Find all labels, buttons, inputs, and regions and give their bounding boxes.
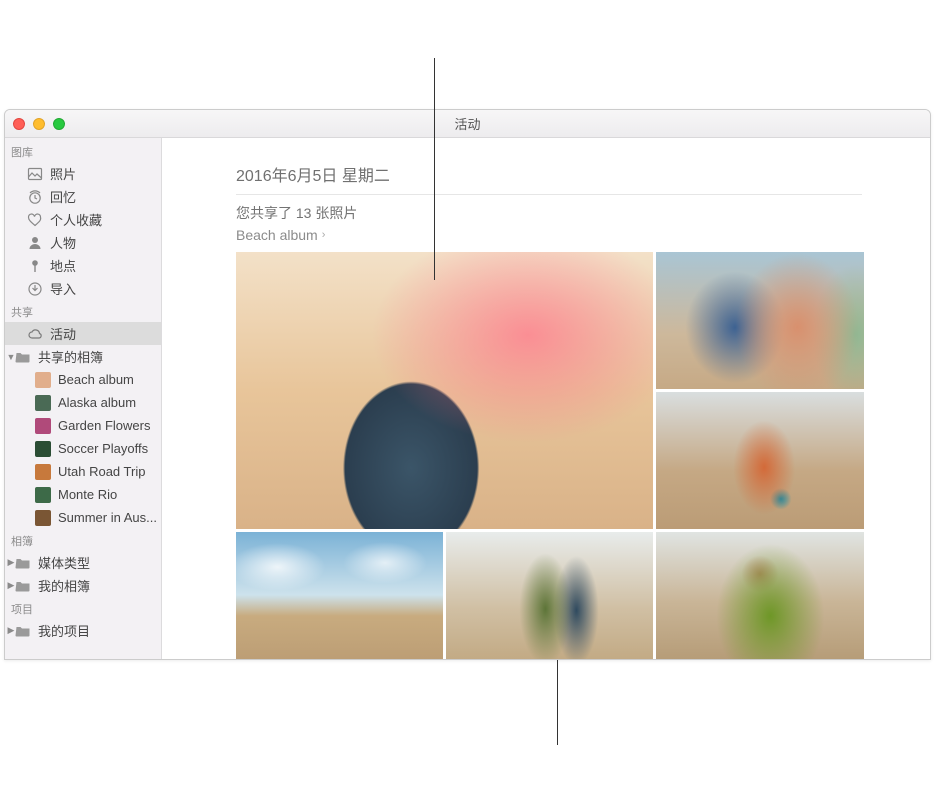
- sidebar-item-import[interactable]: 导入: [5, 277, 161, 300]
- photos-icon: [27, 166, 43, 182]
- sidebar-item-people[interactable]: 人物: [5, 231, 161, 254]
- folder-icon: [15, 555, 31, 571]
- photo-grid: [236, 252, 864, 659]
- sidebar-section-shared: 共享: [5, 300, 161, 322]
- import-icon: [27, 281, 43, 297]
- sidebar-item-memories[interactable]: 回忆: [5, 185, 161, 208]
- album-thumb-icon: [35, 510, 51, 526]
- disclosure-triangle-icon[interactable]: [7, 352, 15, 362]
- activity-album-name: Beach album: [236, 227, 318, 243]
- annotation-line-top: [434, 58, 435, 280]
- album-label: Soccer Playoffs: [58, 441, 148, 456]
- cloud-icon: [27, 326, 43, 342]
- activity-album-link[interactable]: Beach album ›: [236, 227, 325, 243]
- sidebar-album-item[interactable]: Utah Road Trip: [5, 460, 161, 483]
- sidebar-section-library: 图库: [5, 140, 161, 162]
- album-thumb-icon: [35, 487, 51, 503]
- heart-icon: [27, 212, 43, 228]
- sidebar-item-shared-albums[interactable]: 共享的相簿: [5, 345, 161, 368]
- activity-date-header: 2016年6月5日 星期二: [236, 162, 862, 195]
- sidebar-item-photos[interactable]: 照片: [5, 162, 161, 185]
- sidebar-item-label: 共享的相簿: [38, 347, 103, 366]
- photo-thumbnail[interactable]: [236, 252, 653, 529]
- disclosure-triangle-icon[interactable]: [7, 625, 15, 636]
- sidebar-item-label: 我的相簿: [38, 576, 90, 595]
- sidebar-item-label: 活动: [50, 324, 76, 343]
- album-label: Garden Flowers: [58, 418, 150, 433]
- sidebar-section-albums: 相簿: [5, 529, 161, 551]
- album-thumb-icon: [35, 464, 51, 480]
- sidebar-album-item[interactable]: Soccer Playoffs: [5, 437, 161, 460]
- chevron-right-icon: ›: [322, 229, 326, 241]
- window-controls: [13, 118, 65, 130]
- sidebar-item-label: 媒体类型: [38, 553, 90, 572]
- sidebar-section-projects: 项目: [5, 597, 161, 619]
- photo-thumbnail[interactable]: [236, 532, 443, 659]
- sidebar-item-label: 回忆: [50, 187, 76, 206]
- activity-subtitle: 您共享了 13 张照片: [236, 203, 862, 223]
- clock-icon: [27, 189, 43, 205]
- sidebar-item-my-albums[interactable]: 我的相簿: [5, 574, 161, 597]
- album-thumb-icon: [35, 395, 51, 411]
- close-window-button[interactable]: [13, 118, 25, 130]
- main-content: 2016年6月5日 星期二 您共享了 13 张照片 Beach album ›: [162, 138, 930, 659]
- album-label: Alaska album: [58, 395, 136, 410]
- sidebar-item-places[interactable]: 地点: [5, 254, 161, 277]
- album-label: Utah Road Trip: [58, 464, 145, 479]
- folder-icon: [15, 623, 31, 639]
- sidebar-album-item[interactable]: Alaska album: [5, 391, 161, 414]
- sidebar-item-label: 地点: [50, 256, 76, 275]
- minimize-window-button[interactable]: [33, 118, 45, 130]
- sidebar-item-label: 个人收藏: [50, 210, 102, 229]
- pin-icon: [27, 258, 43, 274]
- album-label: Summer in Aus...: [58, 510, 157, 525]
- sidebar-item-label: 我的项目: [38, 621, 90, 640]
- photo-thumbnail[interactable]: [446, 532, 653, 659]
- album-thumb-icon: [35, 372, 51, 388]
- annotation-line-bottom: [557, 660, 558, 745]
- sidebar-album-item[interactable]: Monte Rio: [5, 483, 161, 506]
- disclosure-triangle-icon[interactable]: [7, 557, 15, 568]
- sidebar-album-item[interactable]: Beach album: [5, 368, 161, 391]
- sidebar-item-activity[interactable]: 活动: [5, 322, 161, 345]
- sidebar-item-label: 照片: [50, 164, 76, 183]
- sidebar-item-label: 导入: [50, 279, 76, 298]
- sidebar-item-label: 人物: [50, 233, 76, 252]
- album-label: Monte Rio: [58, 487, 117, 502]
- sidebar-album-item[interactable]: Summer in Aus...: [5, 506, 161, 529]
- content-area: 图库 照片 回忆 个人收藏: [5, 138, 930, 659]
- sidebar-item-favorites[interactable]: 个人收藏: [5, 208, 161, 231]
- sidebar: 图库 照片 回忆 个人收藏: [5, 138, 162, 659]
- folder-icon: [15, 578, 31, 594]
- album-thumb-icon: [35, 418, 51, 434]
- app-window: 活动 图库 照片 回忆 个人收藏: [4, 109, 931, 660]
- album-thumb-icon: [35, 441, 51, 457]
- folder-icon: [15, 349, 31, 365]
- fullscreen-window-button[interactable]: [53, 118, 65, 130]
- photo-thumbnail[interactable]: [656, 252, 864, 389]
- window-title: 活动: [454, 114, 480, 133]
- titlebar: 活动: [5, 110, 930, 138]
- person-icon: [27, 235, 43, 251]
- sidebar-item-media-types[interactable]: 媒体类型: [5, 551, 161, 574]
- album-label: Beach album: [58, 372, 134, 387]
- sidebar-item-my-projects[interactable]: 我的项目: [5, 619, 161, 642]
- disclosure-triangle-icon[interactable]: [7, 580, 15, 591]
- photo-thumbnail[interactable]: [656, 532, 864, 659]
- photo-thumbnail[interactable]: [656, 392, 864, 529]
- sidebar-album-item[interactable]: Garden Flowers: [5, 414, 161, 437]
